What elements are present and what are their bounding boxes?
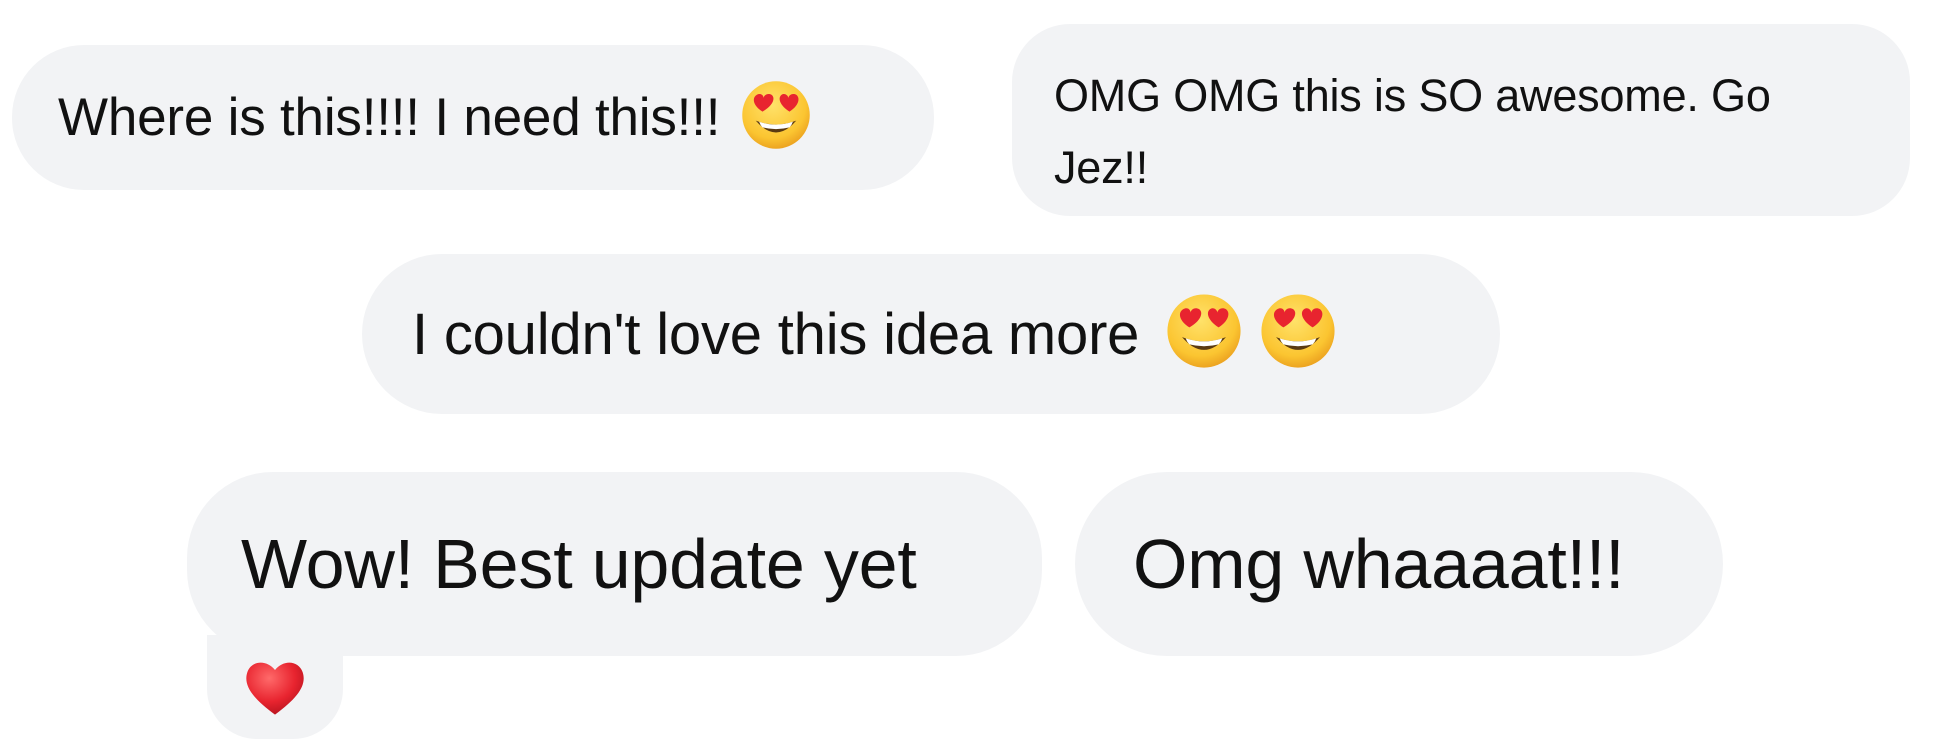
message-text: I couldn't love this idea more (412, 301, 1140, 367)
message-bubble[interactable]: Where is this!!!! I need this!!! (12, 45, 934, 190)
reaction-badge[interactable] (207, 635, 343, 739)
message-text: Omg whaaaat!!! (1133, 525, 1625, 603)
message-bubble[interactable]: Wow! Best update yet (187, 472, 1042, 656)
heart-eyes-emoji-icon (740, 79, 812, 151)
heart-eyes-emoji-icon (1165, 292, 1243, 370)
message-bubble[interactable]: I couldn't love this idea more (362, 254, 1500, 414)
red-heart-icon (241, 653, 309, 721)
message-text: OMG OMG this is SO awesome. Go Jez!! (1054, 70, 1771, 193)
message-text: Where is this!!!! I need this!!! (58, 88, 721, 147)
message-bubble[interactable]: OMG OMG this is SO awesome. Go Jez!! (1012, 24, 1910, 216)
message-text: Wow! Best update yet (241, 525, 917, 603)
message-bubble[interactable]: Omg whaaaat!!! (1075, 472, 1723, 656)
heart-eyes-emoji-icon (1259, 292, 1337, 370)
